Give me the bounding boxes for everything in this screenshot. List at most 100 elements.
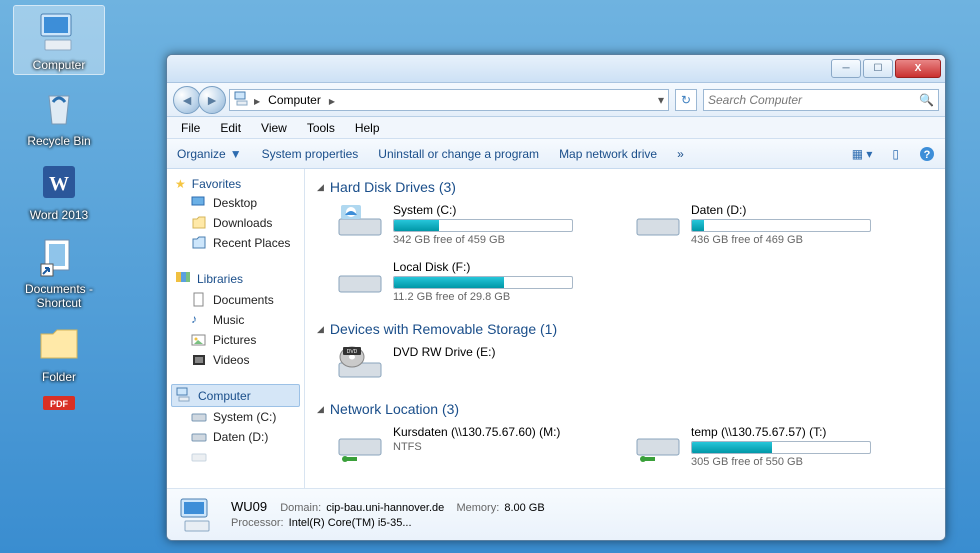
section-header-network[interactable]: ◢ Network Location (3) (317, 397, 933, 425)
recent-icon (191, 235, 207, 251)
view-options-button[interactable]: ▦ ▾ (852, 147, 873, 161)
capacity-bar (691, 441, 871, 454)
computer-icon-small (234, 90, 250, 109)
forward-button[interactable]: ► (198, 86, 226, 114)
titlebar[interactable]: ─ ☐ X (167, 55, 945, 83)
menubar: File Edit View Tools Help (167, 117, 945, 139)
collapse-icon[interactable]: ◢ (317, 324, 324, 335)
organize-button[interactable]: Organize ▼ (177, 147, 242, 161)
drive-kursdaten-m[interactable]: Kursdaten (\\130.75.67.60) (M:) NTFS (337, 425, 597, 468)
sidebar-header-computer[interactable]: Computer (171, 384, 300, 407)
details-pane: WU09 Domain: cip-bau.uni-hannover.de Mem… (167, 488, 945, 540)
search-icon[interactable]: 🔍 (919, 93, 934, 107)
desktop-icon-pdf[interactable]: PDF (14, 392, 104, 412)
sidebar-item-drive-c[interactable]: System (C:) (167, 407, 304, 427)
drive-dvd-e[interactable]: DVD DVD RW Drive (E:) (337, 345, 597, 383)
documents-icon (191, 292, 207, 308)
drive-temp-t[interactable]: temp (\\130.75.67.57) (T:) 305 GB free o… (635, 425, 895, 468)
collapse-icon[interactable]: ◢ (317, 404, 324, 415)
computer-name: WU09 (231, 499, 267, 514)
capacity-bar (393, 276, 573, 289)
preview-pane-button[interactable]: ▯ (892, 147, 899, 161)
desktop-icon-computer[interactable]: Computer (14, 6, 104, 74)
maximize-button[interactable]: ☐ (863, 59, 893, 78)
menu-edit[interactable]: Edit (212, 119, 249, 137)
desktop-icon-documents-shortcut[interactable]: Documents - Shortcut (14, 232, 104, 310)
libraries-icon (175, 269, 191, 288)
help-button[interactable]: ? (919, 146, 935, 162)
search-input[interactable]: Search Computer 🔍 (703, 89, 939, 111)
domain-value: cip-bau.uni-hannover.de (326, 502, 444, 514)
drive-local-f[interactable]: Local Disk (F:) 11.2 GB free of 29.8 GB (337, 260, 597, 303)
sidebar-item-pictures[interactable]: Pictures (167, 330, 304, 350)
sidebar-item-documents[interactable]: Documents (167, 290, 304, 310)
breadcrumb-separator[interactable] (254, 93, 260, 107)
breadcrumb-separator[interactable] (329, 93, 335, 107)
sidebar-item-music[interactable]: ♪ Music (167, 310, 304, 330)
drive-icon (337, 260, 383, 298)
folder-icon (35, 320, 83, 368)
map-drive-button[interactable]: Map network drive (559, 147, 657, 161)
desktop: Computer Recycle Bin W Word 2013 Documen… (0, 0, 150, 422)
sidebar[interactable]: ★ Favorites Desktop Downloads Recent Pla… (167, 169, 305, 488)
sidebar-item-desktop[interactable]: Desktop (167, 193, 304, 213)
menu-view[interactable]: View (253, 119, 295, 137)
documents-shortcut-icon (35, 232, 83, 280)
collapse-icon[interactable]: ◢ (317, 182, 324, 193)
drive-name: DVD RW Drive (E:) (393, 345, 597, 359)
menu-file[interactable]: File (173, 119, 208, 137)
breadcrumb[interactable]: Computer (264, 93, 325, 107)
drive-sub: 342 GB free of 459 GB (393, 234, 597, 246)
section-header-hdd[interactable]: ◢ Hard Disk Drives (3) (317, 175, 933, 203)
drive-name: System (C:) (393, 203, 597, 217)
section-header-removable[interactable]: ◢ Devices with Removable Storage (1) (317, 317, 933, 345)
removable-grid: DVD DVD RW Drive (E:) (317, 345, 933, 383)
sidebar-item-recent[interactable]: Recent Places (167, 233, 304, 253)
content-pane[interactable]: ◢ Hard Disk Drives (3) System (C:) 342 G… (305, 169, 945, 488)
drive-name: temp (\\130.75.67.57) (T:) (691, 425, 895, 439)
drive-sub: 11.2 GB free of 29.8 GB (393, 291, 597, 303)
svg-text:PDF: PDF (50, 399, 69, 409)
drive-system-c[interactable]: System (C:) 342 GB free of 459 GB (337, 203, 597, 246)
music-icon: ♪ (191, 312, 207, 328)
desktop-icon-recycle[interactable]: Recycle Bin (14, 84, 104, 148)
desktop-icon (191, 195, 207, 211)
minimize-button[interactable]: ─ (831, 59, 861, 78)
address-bar[interactable]: Computer ▾ (229, 89, 669, 111)
window-body: ★ Favorites Desktop Downloads Recent Pla… (167, 169, 945, 488)
drive-icon (337, 203, 383, 241)
menu-help[interactable]: Help (347, 119, 388, 137)
sidebar-item-downloads[interactable]: Downloads (167, 213, 304, 233)
sidebar-header-libraries[interactable]: Libraries (167, 267, 304, 290)
close-button[interactable]: X (895, 59, 941, 78)
sidebar-item-drive-d[interactable]: Daten (D:) (167, 427, 304, 447)
hdd-grid: System (C:) 342 GB free of 459 GB Daten … (317, 203, 933, 303)
desktop-icon-label: Documents - Shortcut (14, 282, 104, 310)
system-properties-button[interactable]: System properties (262, 147, 359, 161)
more-button[interactable]: » (677, 147, 684, 161)
desktop-icon-folder[interactable]: Folder (14, 320, 104, 384)
drive-icon (635, 203, 681, 241)
drive-daten-d[interactable]: Daten (D:) 436 GB free of 469 GB (635, 203, 895, 246)
svg-text:?: ? (924, 149, 931, 161)
drive-name: Local Disk (F:) (393, 260, 597, 274)
toolbar: Organize ▼ System properties Uninstall o… (167, 139, 945, 169)
word-icon: W (35, 158, 83, 206)
menu-tools[interactable]: Tools (299, 119, 343, 137)
sidebar-header-favorites[interactable]: ★ Favorites (167, 175, 304, 193)
sidebar-item-drive-f[interactable] (167, 447, 304, 467)
drive-name: Daten (D:) (691, 203, 895, 217)
memory-value: 8.00 GB (504, 502, 544, 514)
drive-sub: 436 GB free of 469 GB (691, 234, 895, 246)
address-dropdown-icon[interactable]: ▾ (658, 93, 664, 107)
uninstall-button[interactable]: Uninstall or change a program (378, 147, 539, 161)
refresh-button[interactable]: ↻ (675, 89, 697, 111)
drive-sub: NTFS (393, 441, 597, 453)
search-placeholder: Search Computer (708, 93, 802, 107)
recycle-icon (35, 84, 83, 132)
sidebar-computer: Computer System (C:) Daten (D:) (167, 384, 304, 467)
capacity-bar (691, 219, 871, 232)
desktop-icon-word[interactable]: W Word 2013 (14, 158, 104, 222)
back-button[interactable]: ◄ (173, 86, 201, 114)
sidebar-item-videos[interactable]: Videos (167, 350, 304, 370)
